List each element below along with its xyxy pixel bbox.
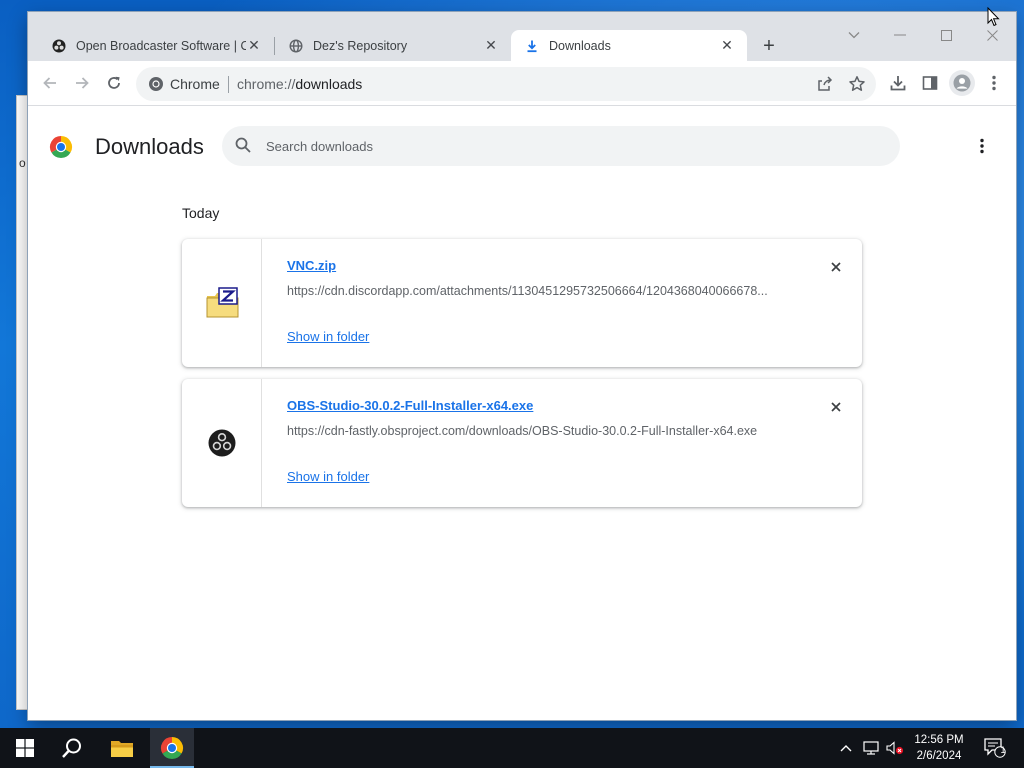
tab-downloads[interactable]: Downloads ✕	[511, 30, 747, 61]
bookmark-star-icon[interactable]	[848, 75, 866, 93]
share-icon[interactable]	[816, 75, 834, 93]
show-in-folder-link[interactable]: Show in folder	[287, 329, 369, 344]
tab-dezs-repository[interactable]: Dez's Repository ✕	[275, 30, 511, 61]
search-icon	[234, 136, 252, 154]
notification-center-icon[interactable]: 1	[978, 728, 1012, 768]
clock-time: 12:56 PM	[914, 734, 964, 746]
back-button[interactable]	[37, 70, 63, 96]
show-hidden-icons-chevron-icon[interactable]	[836, 728, 856, 768]
globe-icon	[289, 38, 303, 53]
browser-menu-icon[interactable]	[981, 70, 1007, 96]
taskbar-search-icon[interactable]	[50, 728, 94, 768]
tab-search-chevron-icon[interactable]	[842, 24, 866, 46]
browser-toolbar: Chrome chrome://downloads	[28, 61, 1016, 106]
chrome-site-icon	[148, 76, 164, 92]
notification-count: 1	[1000, 745, 1006, 755]
downloads-page: Downloads Today VNC.zip https://cdn.disc…	[28, 107, 1016, 720]
profile-avatar-icon[interactable]	[949, 70, 975, 96]
remove-from-list-icon[interactable]	[826, 397, 846, 417]
forward-button[interactable]	[69, 70, 95, 96]
obs-icon	[182, 379, 262, 507]
download-item-card: OBS-Studio-30.0.2-Full-Installer-x64.exe…	[182, 379, 862, 507]
close-tab-icon[interactable]: ✕	[483, 37, 499, 54]
file-name-link[interactable]: VNC.zip	[287, 258, 336, 273]
system-clock[interactable]: 12:56 PM 2/6/2024	[908, 732, 970, 764]
download-item-card: VNC.zip https://cdn.discordapp.com/attac…	[182, 239, 862, 367]
file-source-url: https://cdn.discordapp.com/attachments/1…	[287, 284, 768, 298]
tab-label: Open Broadcaster Software | OBS	[76, 38, 246, 53]
volume-muted-icon[interactable]	[884, 728, 906, 768]
site-chip-label: Chrome	[170, 76, 220, 92]
taskbar-chrome-icon[interactable]	[150, 728, 194, 768]
page-menu-icon[interactable]	[970, 134, 994, 158]
file-explorer-icon[interactable]	[100, 728, 144, 768]
file-name-link[interactable]: OBS-Studio-30.0.2-Full-Installer-x64.exe	[287, 398, 533, 413]
remove-from-list-icon[interactable]	[826, 257, 846, 277]
minimize-button[interactable]	[888, 24, 912, 46]
taskbar: 12:56 PM 2/6/2024 1	[0, 728, 1024, 768]
tab-label: Downloads	[549, 38, 611, 53]
mouse-cursor-icon	[987, 6, 1001, 27]
downloads-toolbar-icon[interactable]	[885, 70, 911, 96]
omnibox-divider	[228, 76, 229, 93]
maximize-button[interactable]	[934, 24, 958, 46]
close-window-button[interactable]	[980, 24, 1004, 46]
date-section-heading: Today	[182, 205, 220, 221]
new-tab-button[interactable]: +	[757, 34, 781, 58]
show-in-folder-link[interactable]: Show in folder	[287, 469, 369, 484]
side-panel-icon[interactable]	[917, 70, 943, 96]
close-tab-icon[interactable]: ✕	[246, 37, 262, 54]
tab-obs[interactable]: Open Broadcaster Software | OBS ✕	[38, 30, 274, 61]
download-icon	[525, 39, 539, 53]
search-input[interactable]	[266, 126, 886, 166]
background-window-text: o	[19, 156, 26, 170]
chrome-logo-icon	[49, 135, 73, 159]
start-button[interactable]	[4, 728, 46, 768]
close-tab-icon[interactable]: ✕	[719, 37, 735, 54]
page-title: Downloads	[95, 134, 204, 159]
reload-button[interactable]	[101, 70, 127, 96]
obs-icon	[52, 39, 66, 53]
address-bar[interactable]: Chrome chrome://downloads	[136, 67, 876, 101]
url-text: chrome://downloads	[237, 76, 363, 92]
chrome-window: Open Broadcaster Software | OBS ✕ Dez's …	[28, 12, 1016, 720]
file-source-url: https://cdn-fastly.obsproject.com/downlo…	[287, 424, 758, 438]
search-bar[interactable]	[222, 126, 900, 166]
zip-folder-icon	[182, 239, 262, 367]
tab-strip: Open Broadcaster Software | OBS ✕ Dez's …	[28, 12, 1016, 61]
tab-label: Dez's Repository	[313, 38, 408, 53]
network-icon[interactable]	[860, 728, 882, 768]
clock-date: 2/6/2024	[916, 750, 962, 762]
windows-logo-icon	[16, 739, 34, 757]
